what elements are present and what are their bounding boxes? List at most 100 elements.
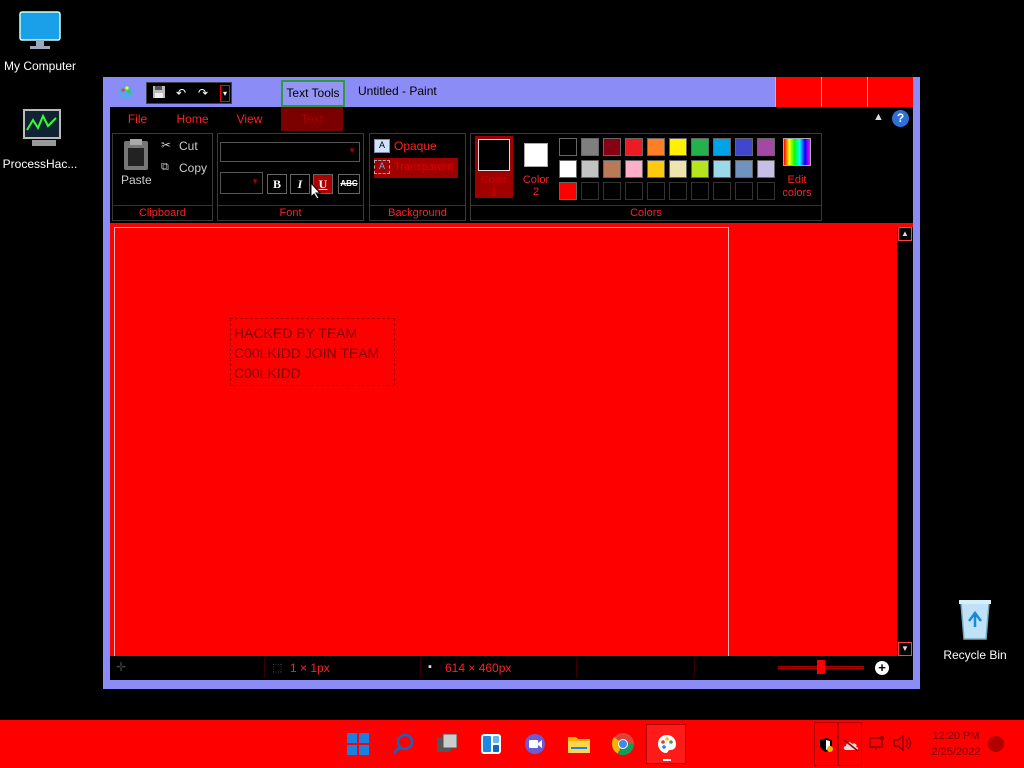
window-title: Untitled - Paint bbox=[358, 84, 437, 98]
palette-swatch[interactable] bbox=[625, 160, 643, 178]
chevron-down-icon: ▼ bbox=[348, 146, 356, 155]
start-icon[interactable] bbox=[346, 732, 370, 756]
palette-swatch[interactable] bbox=[603, 160, 621, 178]
tray-onedrive-button[interactable] bbox=[838, 722, 862, 766]
palette-swatch[interactable] bbox=[647, 182, 665, 200]
widgets-icon[interactable] bbox=[479, 732, 503, 756]
opaque-button[interactable]: A Opaque bbox=[374, 138, 464, 156]
help-icon[interactable]: ? bbox=[892, 110, 909, 127]
color1-button[interactable]: Color 1 bbox=[475, 136, 513, 198]
save-icon[interactable] bbox=[150, 85, 168, 102]
palette-swatch[interactable] bbox=[559, 160, 577, 178]
palette-swatch[interactable] bbox=[735, 138, 753, 156]
cut-button[interactable]: Cut bbox=[179, 139, 198, 153]
status-bar: ✛ ⬚ 1 × 1px ▪ 614 × 460px + bbox=[110, 656, 913, 680]
scroll-down-icon[interactable]: ▼ bbox=[898, 642, 912, 656]
palette-swatch[interactable] bbox=[735, 182, 753, 200]
notification-icon[interactable] bbox=[988, 736, 1004, 752]
chat-icon[interactable] bbox=[523, 732, 547, 756]
palette-swatch[interactable] bbox=[669, 138, 687, 156]
text-box[interactable]: HACKED BY TEAM C00LKIDD JOIN TEAM C00LKI… bbox=[230, 318, 395, 386]
palette-swatch[interactable] bbox=[647, 138, 665, 156]
vertical-scrollbar[interactable]: ▲ ▼ bbox=[897, 227, 913, 656]
palette-swatch[interactable] bbox=[691, 160, 709, 178]
close-button[interactable] bbox=[867, 77, 913, 107]
palette-swatch[interactable] bbox=[603, 138, 621, 156]
palette-swatch[interactable] bbox=[713, 138, 731, 156]
font-size-select[interactable]: ▼ bbox=[220, 172, 263, 194]
undo-icon[interactable]: ↶ bbox=[172, 85, 190, 102]
paste-button[interactable]: Paste bbox=[121, 173, 152, 187]
desktop-icon-process-hacker[interactable]: ProcessHac... bbox=[0, 108, 80, 171]
paint-app-icon[interactable] bbox=[117, 83, 135, 101]
scroll-up-icon[interactable]: ▲ bbox=[898, 227, 912, 241]
palette-swatch[interactable] bbox=[581, 182, 599, 200]
italic-button[interactable]: I bbox=[290, 174, 310, 194]
palette-swatch[interactable] bbox=[669, 160, 687, 178]
desktop-icon-label: Recycle Bin bbox=[943, 648, 1007, 662]
file-explorer-icon[interactable] bbox=[567, 732, 591, 756]
redo-icon[interactable]: ↷ bbox=[194, 85, 212, 102]
clock[interactable]: 12:20 PM 2/25/2022 bbox=[921, 728, 991, 760]
strikethrough-button[interactable]: ABC bbox=[338, 174, 360, 194]
desktop-icon-label: My Computer bbox=[3, 59, 77, 73]
minimize-ribbon-chevron-up-icon[interactable]: ▲ bbox=[873, 111, 884, 123]
transparent-button[interactable]: A Transparent bbox=[374, 158, 458, 178]
zoom-slider[interactable] bbox=[778, 660, 864, 674]
ribbon-tab-bar: File Home View Text ▲ ? bbox=[110, 107, 913, 131]
paste-icon[interactable] bbox=[121, 138, 151, 172]
customize-qat-chevron-icon[interactable]: ▾ bbox=[220, 85, 230, 102]
tab-view[interactable]: View bbox=[222, 107, 277, 131]
maximize-button[interactable] bbox=[821, 77, 867, 107]
palette-swatch[interactable] bbox=[713, 182, 731, 200]
canvas-area: HACKED BY TEAM C00LKIDD JOIN TEAM C00LKI… bbox=[110, 223, 913, 657]
shield-icon bbox=[820, 738, 833, 752]
tray-security-button[interactable] bbox=[814, 722, 838, 766]
palette-swatch[interactable] bbox=[713, 160, 731, 178]
color2-button[interactable]: Color 2 bbox=[517, 136, 555, 198]
clock-time: 12:20 PM bbox=[932, 730, 980, 742]
cut-icon[interactable]: ✂ bbox=[161, 138, 171, 152]
tab-home[interactable]: Home bbox=[165, 107, 220, 131]
chevron-down-icon: ▼ bbox=[251, 177, 259, 186]
palette-swatch[interactable] bbox=[735, 160, 753, 178]
bold-button[interactable]: B bbox=[267, 174, 287, 194]
palette-swatch[interactable] bbox=[581, 138, 599, 156]
paint-taskbar-button[interactable] bbox=[646, 724, 686, 764]
copy-button[interactable]: Copy bbox=[179, 161, 207, 175]
palette-swatch[interactable] bbox=[559, 182, 577, 200]
copy-icon[interactable]: ⧉ bbox=[161, 161, 169, 174]
task-view-icon[interactable] bbox=[435, 732, 459, 756]
zoom-in-icon[interactable]: + bbox=[875, 661, 889, 675]
palette-swatch[interactable] bbox=[757, 160, 775, 178]
palette-swatch[interactable] bbox=[669, 182, 687, 200]
desktop-icon-my-computer[interactable]: My Computer bbox=[0, 10, 80, 73]
palette-swatch[interactable] bbox=[647, 160, 665, 178]
edit-colors-button[interactable]: Edit colors bbox=[779, 138, 819, 200]
search-icon[interactable] bbox=[391, 732, 415, 756]
running-indicator bbox=[663, 759, 671, 761]
palette-swatch[interactable] bbox=[559, 138, 577, 156]
drawing-canvas[interactable]: HACKED BY TEAM C00LKIDD JOIN TEAM C00LKI… bbox=[114, 227, 729, 657]
minimize-button[interactable] bbox=[775, 77, 821, 107]
chrome-icon[interactable] bbox=[611, 732, 635, 756]
text-line: C00LKIDD bbox=[234, 365, 301, 381]
volume-icon[interactable] bbox=[892, 734, 912, 757]
palette-swatch[interactable] bbox=[757, 182, 775, 200]
ribbon: Paste ✂ Cut ⧉ Copy Clipboard ▼ ▼ B I U A… bbox=[110, 131, 913, 223]
transparent-icon: A bbox=[374, 160, 390, 174]
palette-swatch[interactable] bbox=[625, 182, 643, 200]
tab-text[interactable]: Text bbox=[281, 107, 343, 131]
palette-swatch[interactable] bbox=[581, 160, 599, 178]
tab-file[interactable]: File bbox=[110, 107, 165, 131]
zoom-slider-thumb[interactable] bbox=[817, 660, 825, 674]
font-family-select[interactable]: ▼ bbox=[220, 142, 360, 162]
desktop-icon-recycle-bin[interactable]: Recycle Bin bbox=[935, 597, 1015, 662]
palette-swatch[interactable] bbox=[603, 182, 621, 200]
palette-swatch[interactable] bbox=[691, 138, 709, 156]
network-icon[interactable] bbox=[868, 734, 886, 757]
palette-swatch[interactable] bbox=[691, 182, 709, 200]
colors-group-label: Colors bbox=[471, 205, 821, 219]
palette-swatch[interactable] bbox=[625, 138, 643, 156]
palette-swatch[interactable] bbox=[757, 138, 775, 156]
